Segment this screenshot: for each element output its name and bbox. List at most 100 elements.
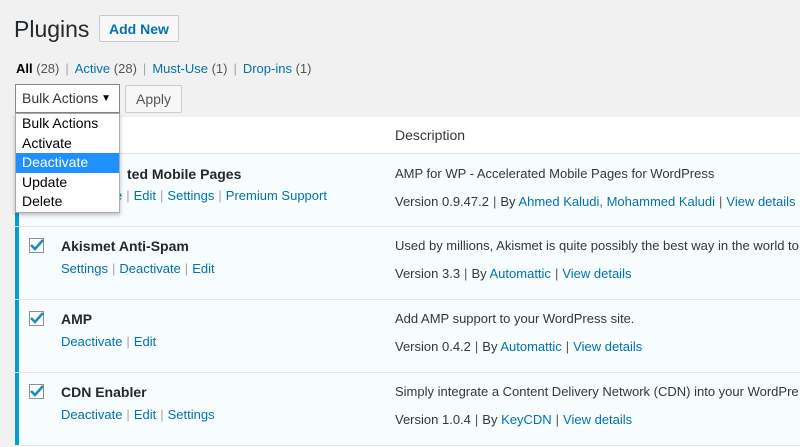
filter-all-count: (28) (36, 61, 60, 76)
plugin-checkbox[interactable] (29, 311, 44, 326)
dropdown-option-bulk-actions[interactable]: Bulk Actions (16, 114, 119, 134)
plugin-version: Version 0.9.47.2 (395, 194, 489, 209)
plugin-version: Version 3.3 (395, 266, 461, 281)
filter-active[interactable]: Active (28) (75, 61, 137, 76)
premium-support-link[interactable]: Premium Support (226, 188, 327, 203)
by-label: By (482, 412, 498, 427)
apply-button[interactable]: Apply (125, 85, 182, 113)
bulk-actions-select[interactable]: Bulk Actions ▼ (15, 84, 120, 113)
plugin-version: Version 0.4.2 (395, 339, 471, 354)
filter-must-use-count: (1) (211, 61, 228, 76)
page-title: Plugins (14, 16, 90, 42)
meta-separator: | (555, 412, 560, 427)
meta-separator: | (565, 339, 570, 354)
deactivate-link[interactable]: Deactivate (119, 261, 180, 276)
filter-separator: | (233, 61, 237, 76)
edit-link[interactable]: Edit (134, 407, 156, 422)
filter-active-label: Active (74, 61, 111, 76)
row-actions: Settings | Deactivate | Edit (61, 261, 215, 276)
meta-separator: | (554, 266, 559, 281)
plugin-checkbox[interactable] (29, 238, 44, 253)
edit-link[interactable]: Edit (134, 334, 156, 349)
row-actions: e|Edit|Settings|Premium Support (115, 188, 327, 203)
settings-link[interactable]: Settings (168, 407, 215, 422)
triangle-down-icon: ▼ (101, 93, 111, 104)
dropdown-option-activate[interactable]: Activate (16, 134, 119, 154)
action-separator: | (126, 188, 130, 203)
bulk-actions-dropdown: Bulk Actions Activate Deactivate Update … (15, 113, 120, 213)
author-link[interactable]: Automattic (500, 339, 561, 354)
meta-separator: | (492, 194, 497, 209)
check-icon (30, 385, 44, 397)
deactivate-link[interactable]: Deactivate (61, 334, 122, 349)
filter-drop-ins-label: Drop-ins (242, 61, 292, 76)
page-header: Plugins (14, 14, 89, 44)
filter-all[interactable]: All (28) (16, 61, 59, 76)
action-separator: | (111, 261, 116, 276)
table-row: CDN Enabler Deactivate | Edit | Settings Sim… (15, 373, 800, 446)
action-separator: | (184, 261, 189, 276)
edit-link[interactable]: Edit (134, 188, 156, 203)
table-row: Akismet Anti-Spam Settings | Deactivate | Ed… (15, 227, 800, 300)
meta-separator: | (474, 412, 479, 427)
plugins-table: Description ted Mobile Pages e|Edit|Sett… (15, 117, 800, 447)
plugin-meta: Version 1.0.4 | By KeyCDN | View details (395, 412, 632, 427)
by-label: By (482, 339, 498, 354)
table-row: AMP Deactivate | Edit Add AMP support to y… (15, 300, 800, 373)
action-separator: | (126, 334, 130, 349)
view-details-link[interactable]: View details (563, 412, 632, 427)
filter-separator: | (65, 61, 69, 76)
plugin-status-filters: All (28) | Active (28) | Must-Use (1) | Drop-i… (16, 61, 311, 76)
filter-must-use[interactable]: Must-Use (1) (152, 61, 227, 76)
table-row: ted Mobile Pages e|Edit|Settings|Premium… (15, 154, 800, 227)
by-label: By (500, 194, 516, 209)
settings-link[interactable]: Settings (167, 188, 214, 203)
plugin-meta: Version 0.9.47.2 | By Ahmed Kaludi, Mohamm… (395, 194, 796, 209)
plugin-meta: Version 0.4.2 | By Automattic | View details (395, 339, 642, 354)
plugin-description: AMP for WP - Accelerated Mobile Pages fo… (395, 166, 715, 181)
plugin-name: AMP (61, 311, 93, 327)
plugin-name: Akismet Anti-Spam (61, 238, 189, 254)
meta-separator: | (464, 266, 468, 281)
check-icon (30, 239, 44, 251)
plugin-name: CDN Enabler (61, 384, 147, 400)
dropdown-option-delete[interactable]: Delete (16, 192, 119, 212)
author-link[interactable]: Automattic (490, 266, 551, 281)
table-header: Description (15, 117, 800, 154)
filter-must-use-label: Must-Use (152, 61, 208, 76)
view-details-link[interactable]: View details (726, 194, 795, 209)
action-separator: | (160, 407, 164, 422)
plugin-description: Used by millions, Akismet is quite possi… (395, 238, 799, 253)
meta-separator: | (474, 339, 479, 354)
deactivate-link[interactable]: Deactivate (61, 407, 122, 422)
filter-drop-ins-count: (1) (295, 61, 312, 76)
bulk-actions-value: Bulk Actions (22, 90, 99, 106)
by-label: By (471, 266, 487, 281)
plugin-description: Add AMP support to your WordPress site. (395, 311, 635, 326)
view-details-link[interactable]: View details (562, 266, 631, 281)
meta-separator: | (719, 194, 723, 209)
dropdown-option-update[interactable]: Update (16, 173, 119, 193)
plugin-version: Version 1.0.4 (395, 412, 471, 427)
plugin-name: ted Mobile Pages (127, 166, 242, 182)
author-link[interactable]: KeyCDN (501, 412, 552, 427)
filter-drop-ins[interactable]: Drop-ins (1) (243, 61, 312, 76)
plugin-meta: Version 3.3 | By Automattic | View details (395, 266, 631, 281)
dropdown-option-deactivate[interactable]: Deactivate (16, 153, 119, 173)
add-new-button[interactable]: Add New (99, 15, 179, 42)
settings-link[interactable]: Settings (61, 261, 108, 276)
row-actions: Deactivate | Edit | Settings (61, 407, 215, 422)
plugin-checkbox[interactable] (29, 384, 44, 399)
plugin-description: Simply integrate a Content Delivery Netw… (395, 384, 799, 399)
filter-separator: | (142, 61, 147, 76)
action-separator: | (126, 407, 130, 422)
view-details-link[interactable]: View details (573, 339, 642, 354)
row-actions: Deactivate | Edit (61, 334, 156, 349)
author-link[interactable]: Ahmed Kaludi, Mohammed Kaludi (518, 194, 715, 209)
filter-active-count: (28) (113, 61, 137, 76)
action-separator: | (218, 188, 222, 203)
check-icon (30, 312, 44, 324)
action-separator: | (160, 188, 164, 203)
edit-link[interactable]: Edit (192, 261, 214, 276)
filter-all-label: All (16, 61, 33, 76)
